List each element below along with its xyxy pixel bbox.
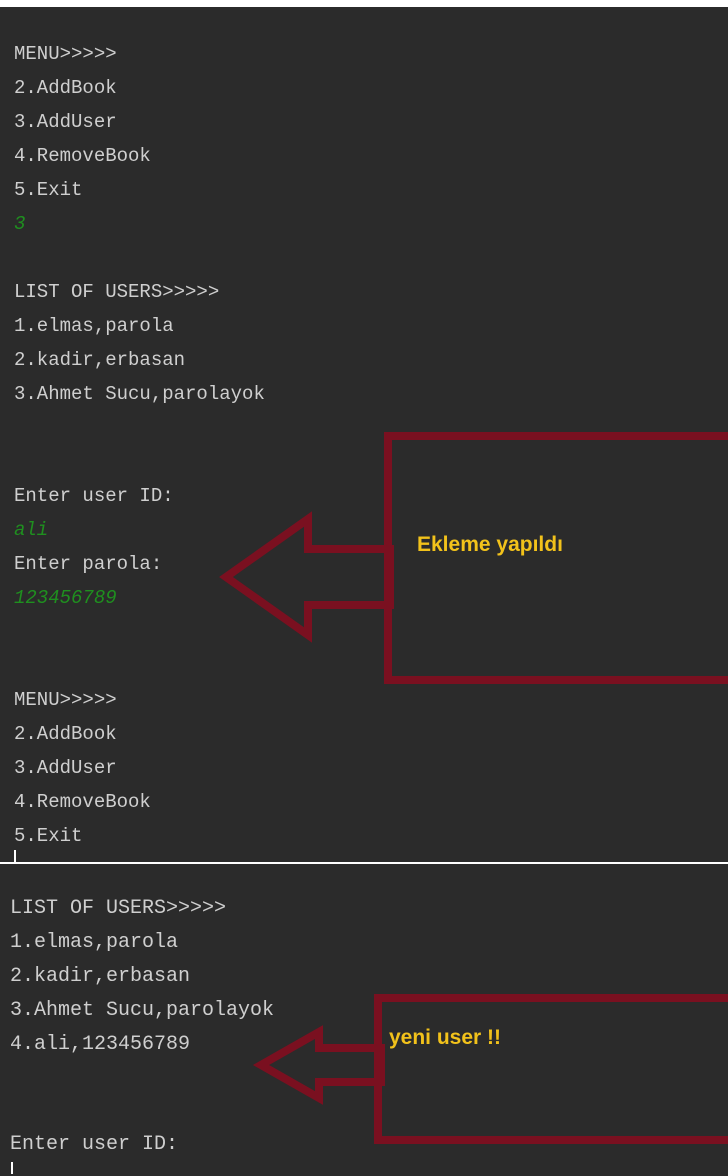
menu-item: 4.RemoveBook	[14, 145, 151, 167]
menu-item: 3.AddUser	[14, 111, 117, 133]
text-cursor	[14, 850, 16, 862]
menu-item: 5.Exit	[14, 825, 83, 847]
callout-box	[384, 432, 728, 684]
user-row: 1.elmas,parola	[10, 931, 179, 954]
menu-item: 2.AddBook	[14, 723, 117, 745]
prompt-parola: Enter parola:	[14, 553, 163, 575]
left-arrow-icon	[219, 511, 394, 643]
menu-item: 5.Exit	[14, 179, 83, 201]
callout-box	[374, 994, 728, 1144]
user-id-input: ali	[14, 519, 49, 541]
menu-choice-input: 3	[14, 213, 26, 235]
text-cursor	[11, 1162, 13, 1174]
callout-label: Ekleme yapıldı	[417, 533, 563, 556]
user-row: 1.elmas,parola	[14, 315, 174, 337]
callout-label: yeni user !!	[389, 1026, 502, 1049]
users-header: LIST OF USERS>>>>>	[14, 281, 220, 303]
left-arrow-icon	[252, 1025, 385, 1105]
users-header: LIST OF USERS>>>>>	[10, 897, 227, 920]
user-row: 4.ali,123456789	[10, 1033, 191, 1056]
parola-input: 123456789	[14, 587, 117, 609]
user-row: 3.Ahmet Sucu,parolayok	[10, 999, 275, 1022]
menu-header: MENU>>>>>	[14, 689, 117, 711]
prompt-user-id: Enter user ID:	[14, 485, 174, 507]
menu-item: 2.AddBook	[14, 77, 117, 99]
user-row: 2.kadir,erbasan	[14, 349, 186, 371]
user-row: 2.kadir,erbasan	[10, 965, 191, 988]
menu-item: 4.RemoveBook	[14, 791, 151, 813]
prompt-user-id: Enter user ID:	[10, 1133, 179, 1156]
menu-item: 3.AddUser	[14, 757, 117, 779]
user-row: 3.Ahmet Sucu,parolayok	[14, 383, 265, 405]
menu-header: MENU>>>>>	[14, 43, 117, 65]
